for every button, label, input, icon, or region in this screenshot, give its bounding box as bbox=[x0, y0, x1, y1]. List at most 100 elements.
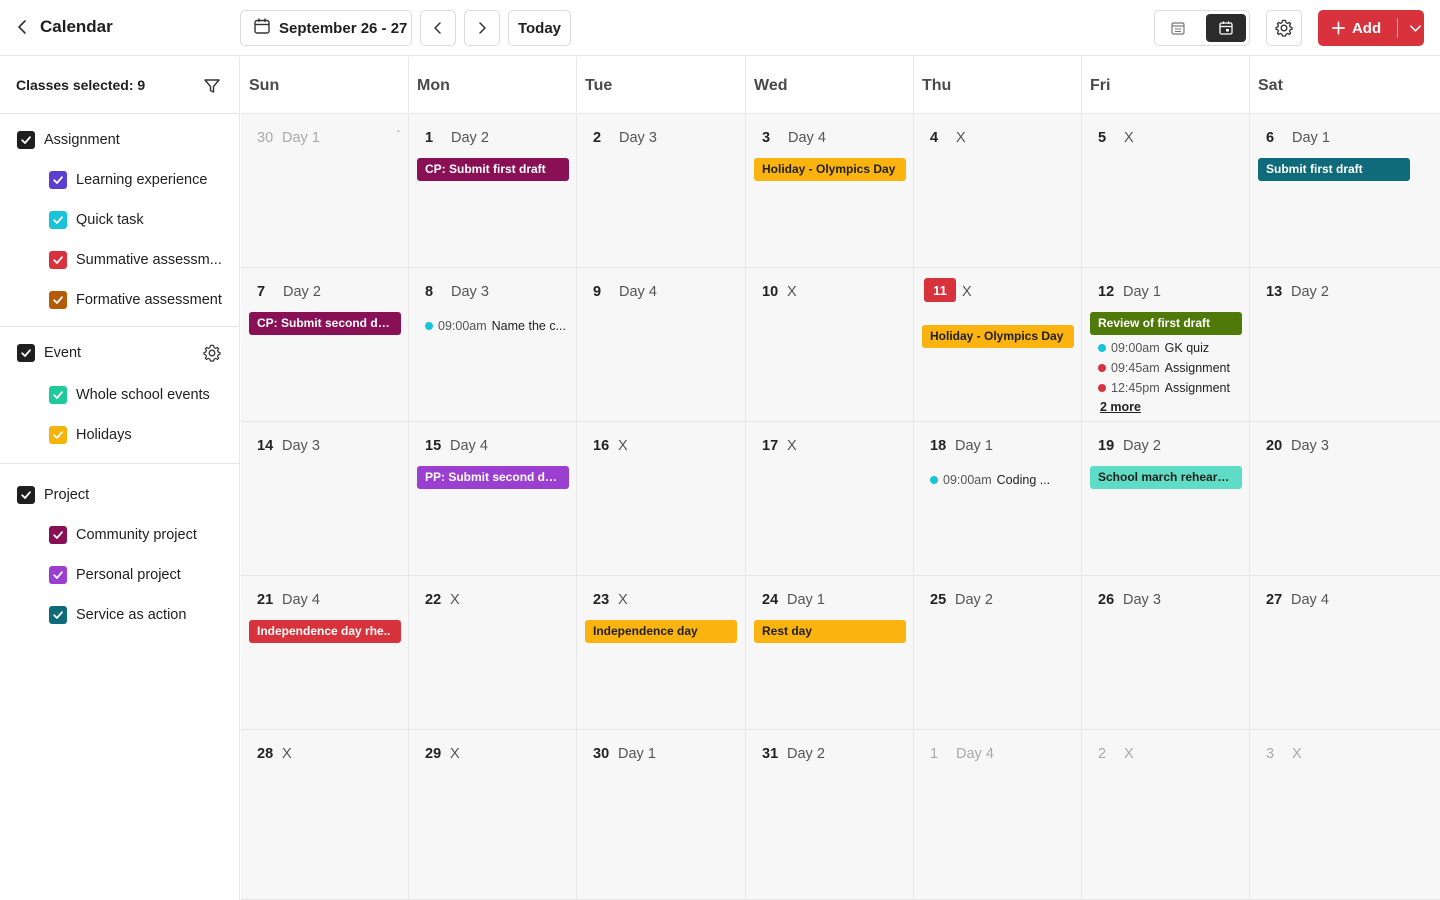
calendar-day-cell[interactable]: 20 Day 3 bbox=[1250, 422, 1440, 576]
checkbox-checked-icon[interactable] bbox=[49, 291, 67, 309]
checkbox-checked-icon[interactable] bbox=[17, 131, 35, 149]
calendar-day-cell[interactable]: 3X bbox=[1250, 730, 1440, 900]
all-day-event[interactable]: Rest day bbox=[754, 620, 906, 643]
rotation-day-label: X bbox=[787, 284, 797, 300]
group-toggle-project[interactable]: Project bbox=[0, 480, 240, 510]
add-button[interactable]: Add bbox=[1318, 10, 1424, 46]
group-toggle-assignment[interactable]: Assignment bbox=[0, 125, 240, 155]
back-chevron-icon[interactable] bbox=[12, 16, 34, 38]
week-view-option[interactable] bbox=[1158, 14, 1198, 42]
all-day-event[interactable]: Submit first draft bbox=[1258, 158, 1410, 181]
calendar-day-cell[interactable]: 23 X Independence day bbox=[577, 576, 746, 730]
class-toggle-whole-school-events[interactable]: Whole school events bbox=[0, 380, 240, 410]
checkbox-checked-icon[interactable] bbox=[49, 426, 67, 444]
calendar-day-cell[interactable]: 1 Day 2 CP: Submit first draft bbox=[409, 114, 577, 268]
all-day-event[interactable]: Holiday - Olympics Day bbox=[922, 325, 1074, 348]
checkbox-checked-icon[interactable] bbox=[49, 386, 67, 404]
all-day-event[interactable]: Holiday - Olympics Day bbox=[754, 158, 906, 181]
calendar-day-cell[interactable]: 9 Day 4 bbox=[577, 268, 746, 422]
timed-event[interactable]: 09:00am Coding ... bbox=[930, 471, 1076, 489]
day-number: 29 bbox=[425, 746, 442, 762]
more-events-link[interactable]: 2 more bbox=[1100, 400, 1141, 414]
class-toggle-community-project[interactable]: Community project bbox=[0, 520, 240, 550]
calendar-day-cell[interactable]: 30 Day 1 bbox=[577, 730, 746, 900]
previous-button[interactable] bbox=[420, 10, 456, 46]
rotation-day-label: X bbox=[787, 438, 797, 454]
calendar-grid: Sun Mon Tue Wed Thu Fri Sat 30 Day 1 - 1 Day 2 CP: … bbox=[241, 57, 1440, 900]
calendar-day-cell[interactable]: 15 Day 4 PP: Submit second draft bbox=[409, 422, 577, 576]
checkbox-checked-icon[interactable] bbox=[49, 606, 67, 624]
all-day-event[interactable]: Independence day rhe.. bbox=[249, 620, 401, 643]
timed-event[interactable]: 12:45pm Assignment bbox=[1098, 379, 1244, 397]
next-button[interactable] bbox=[464, 10, 500, 46]
class-toggle-holidays[interactable]: Holidays bbox=[0, 420, 240, 450]
calendar-day-cell[interactable]: 30 Day 1 - bbox=[241, 114, 409, 268]
checkbox-checked-icon[interactable] bbox=[49, 526, 67, 544]
calendar-day-cell[interactable]: 8 Day 3 09:00am Name the c... bbox=[409, 268, 577, 422]
calendar-day-cell[interactable]: 12 Day 1 Review of first draft 09:00am GK qu… bbox=[1082, 268, 1250, 422]
calendar-day-cell[interactable]: 5X bbox=[1082, 114, 1250, 268]
checkbox-checked-icon[interactable] bbox=[49, 171, 67, 189]
calendar-day-cell[interactable]: 31 Day 2 bbox=[746, 730, 914, 900]
checkbox-checked-icon[interactable] bbox=[49, 251, 67, 269]
calendar-day-cell[interactable]: 14 Day 3 bbox=[241, 422, 409, 576]
calendar-day-cell[interactable]: 26 Day 3 bbox=[1082, 576, 1250, 730]
chevron-left-icon bbox=[434, 22, 441, 34]
calendar-day-cell[interactable]: 11 X Holiday - Olympics Day bbox=[914, 268, 1082, 422]
timed-event[interactable]: 09:00am Name the c... bbox=[425, 317, 571, 335]
all-day-event[interactable]: CP: Submit second draft bbox=[249, 312, 401, 335]
timed-event[interactable]: 09:45am Assignment bbox=[1098, 359, 1244, 377]
day-number: 19 bbox=[1098, 438, 1115, 454]
calendar-day-cell[interactable]: 13 Day 2 bbox=[1250, 268, 1440, 422]
calendar-day-cell[interactable]: 6 Day 1 Submit first draft bbox=[1250, 114, 1440, 268]
calendar-day-cell[interactable]: 22 X bbox=[409, 576, 577, 730]
calendar-day-cell[interactable]: 24 Day 1 Rest day bbox=[746, 576, 914, 730]
calendar-day-cell[interactable]: 17 X bbox=[746, 422, 914, 576]
calendar-day-cell[interactable]: 7 Day 2 CP: Submit second draft bbox=[241, 268, 409, 422]
all-day-event[interactable]: PP: Submit second draft bbox=[417, 466, 569, 489]
checkbox-checked-icon[interactable] bbox=[17, 344, 35, 362]
calendar-day-cell[interactable]: 28 X bbox=[241, 730, 409, 900]
class-toggle-formative-assessment[interactable]: Formative assessment bbox=[0, 285, 240, 315]
date-range-picker[interactable]: September 26 - 27 bbox=[240, 10, 412, 46]
today-button[interactable]: Today bbox=[508, 10, 571, 46]
checkbox-checked-icon[interactable] bbox=[17, 486, 35, 504]
class-toggle-personal-project[interactable]: Personal project bbox=[0, 560, 240, 590]
event-time: 09:00am bbox=[438, 319, 487, 333]
class-toggle-service-as-action[interactable]: Service as action bbox=[0, 600, 240, 630]
checkbox-checked-icon[interactable] bbox=[49, 211, 67, 229]
settings-button[interactable] bbox=[1266, 10, 1302, 46]
rotation-day-label: X bbox=[1292, 746, 1302, 762]
all-day-event[interactable]: Review of first draft bbox=[1090, 312, 1242, 335]
all-day-event[interactable]: School march rehearsal bbox=[1090, 466, 1242, 489]
class-toggle-summative-assessm[interactable]: Summative assessm... bbox=[0, 245, 240, 275]
calendar-day-cell[interactable]: 10 X bbox=[746, 268, 914, 422]
filter-icon[interactable] bbox=[202, 76, 222, 96]
calendar-day-cell[interactable]: 21 Day 4 Independence day rhe.. bbox=[241, 576, 409, 730]
event-time: 09:00am bbox=[1111, 341, 1160, 355]
calendar-day-cell[interactable]: 4X bbox=[914, 114, 1082, 268]
checkbox-checked-icon[interactable] bbox=[49, 566, 67, 584]
month-view-option[interactable] bbox=[1206, 14, 1246, 42]
timed-event[interactable]: 09:00am GK quiz bbox=[1098, 339, 1244, 357]
calendar-day-cell[interactable]: 18 Day 1 09:00am Coding ... bbox=[914, 422, 1082, 576]
event-settings-gear-icon[interactable] bbox=[202, 343, 222, 363]
calendar-day-cell[interactable]: 19 Day 2 School march rehearsal bbox=[1082, 422, 1250, 576]
calendar-day-cell[interactable]: 2 Day 3 bbox=[577, 114, 746, 268]
day-header-mon: Mon bbox=[409, 57, 577, 114]
calendar-day-cell[interactable]: 3 Day 4 Holiday - Olympics Day bbox=[746, 114, 914, 268]
calendar-day-cell[interactable]: 27 Day 4 bbox=[1250, 576, 1440, 730]
calendar-day-cell[interactable]: 29 X bbox=[409, 730, 577, 900]
all-day-event[interactable]: Independence day bbox=[585, 620, 737, 643]
calendar-week-icon bbox=[1171, 22, 1185, 35]
calendar-day-cell[interactable]: 2X bbox=[1082, 730, 1250, 900]
calendar-day-cell[interactable]: 16 X bbox=[577, 422, 746, 576]
class-toggle-quick-task[interactable]: Quick task bbox=[0, 205, 240, 235]
class-toggle-learning-experience[interactable]: Learning experience bbox=[0, 165, 240, 195]
all-day-event[interactable]: CP: Submit first draft bbox=[417, 158, 569, 181]
calendar-day-cell[interactable]: 25 Day 2 bbox=[914, 576, 1082, 730]
day-number: 4 bbox=[930, 130, 939, 146]
calendar-day-cell[interactable]: 1 Day 4 bbox=[914, 730, 1082, 900]
day-number: 1 bbox=[425, 130, 434, 146]
event-color-dot bbox=[930, 476, 938, 484]
